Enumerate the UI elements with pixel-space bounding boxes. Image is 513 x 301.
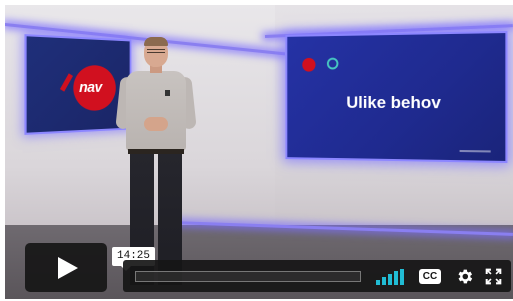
presenter-hair xyxy=(144,37,168,46)
slide-title: Ulike behov xyxy=(346,92,441,113)
glasses-icon xyxy=(147,49,165,53)
nav-mini-logo-icon xyxy=(302,57,316,72)
progress-bar[interactable] xyxy=(135,271,361,282)
presenter-torso xyxy=(126,71,186,151)
video-player[interactable]: nav Ulike behov 14:25 CC xyxy=(5,5,513,299)
play-button[interactable] xyxy=(25,243,107,292)
captions-button[interactable]: CC xyxy=(419,269,441,284)
presenter-hands xyxy=(144,117,168,131)
right-display-screen: Ulike behov xyxy=(285,30,508,164)
slide-footnote xyxy=(459,149,491,153)
presenter-belt xyxy=(128,149,184,154)
volume-bars-icon[interactable] xyxy=(376,269,406,285)
ring-logo-icon xyxy=(326,57,339,70)
microphone-icon xyxy=(165,90,170,96)
nav-logo-slash xyxy=(59,73,74,92)
control-bar: CC xyxy=(123,260,511,292)
fullscreen-icon[interactable] xyxy=(485,268,502,285)
gear-icon[interactable] xyxy=(455,267,474,286)
nav-logo-text: nav xyxy=(79,78,102,97)
play-icon xyxy=(58,257,78,279)
